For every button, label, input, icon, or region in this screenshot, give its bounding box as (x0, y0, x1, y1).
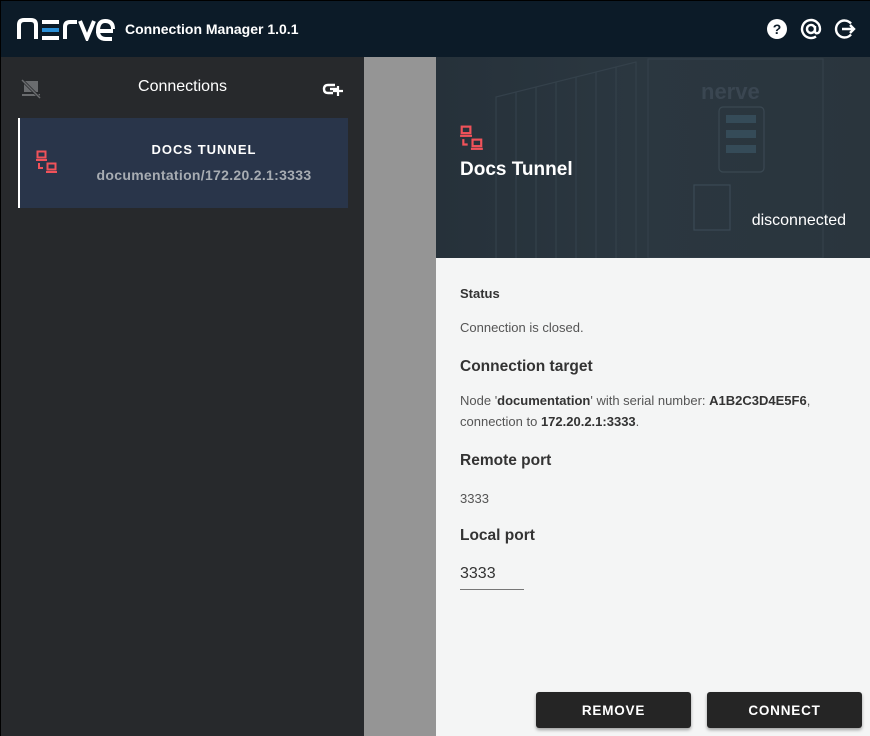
help-icon[interactable]: ? (765, 17, 789, 41)
svg-text:?: ? (773, 21, 782, 37)
connection-name: DOCS TUNNEL (151, 142, 257, 157)
panel-divider (364, 57, 436, 736)
connection-target-label: Connection target (460, 358, 593, 375)
target-address: 172.20.2.1:3333 (540, 414, 636, 429)
sidebar-title: Connections (138, 78, 227, 95)
add-link-icon[interactable] (321, 77, 345, 101)
detail-hero: nerve Docs Tunnel disconnected (436, 57, 870, 258)
logout-icon[interactable] (833, 17, 857, 41)
app-title: Connection Manager 1.0.1 (125, 21, 299, 37)
connection-address: documentation/172.20.2.1:3333 (96, 167, 312, 183)
connection-state-badge: disconnected (751, 212, 846, 229)
connection-target-text: Node 'documentation' with serial number:… (460, 393, 811, 429)
svg-text:nerve: nerve (701, 79, 760, 104)
connection-list-item[interactable]: DOCS TUNNEL documentation/172.20.2.1:333… (18, 118, 348, 208)
network-tunnel-icon (36, 150, 58, 179)
sidebar-header: Connections (1, 57, 364, 117)
connection-title: Docs Tunnel (460, 159, 573, 180)
app-header: Connection Manager 1.0.1 ? (1, 1, 870, 57)
local-port-input[interactable] (460, 565, 524, 590)
remote-port-value: 3333 (460, 491, 489, 506)
serial-number: A1B2C3D4E5F6 (709, 393, 807, 408)
contact-at-icon[interactable] (799, 17, 823, 41)
connect-button[interactable]: CONNECT (707, 692, 862, 728)
status-text: Connection is closed. (460, 320, 584, 335)
connections-sidebar: Connections DOCS TUNNEL documentation/17… (1, 57, 364, 736)
network-tunnel-icon (460, 125, 484, 156)
local-port-label: Local port (460, 527, 535, 544)
remove-button[interactable]: REMOVE (536, 692, 691, 728)
nerve-logo (17, 17, 115, 41)
node-name: documentation (497, 393, 591, 408)
connection-detail-panel: nerve Docs Tunnel disconnected Status Co… (436, 57, 870, 736)
remote-port-label: Remote port (460, 452, 552, 469)
status-label: Status (460, 286, 500, 301)
